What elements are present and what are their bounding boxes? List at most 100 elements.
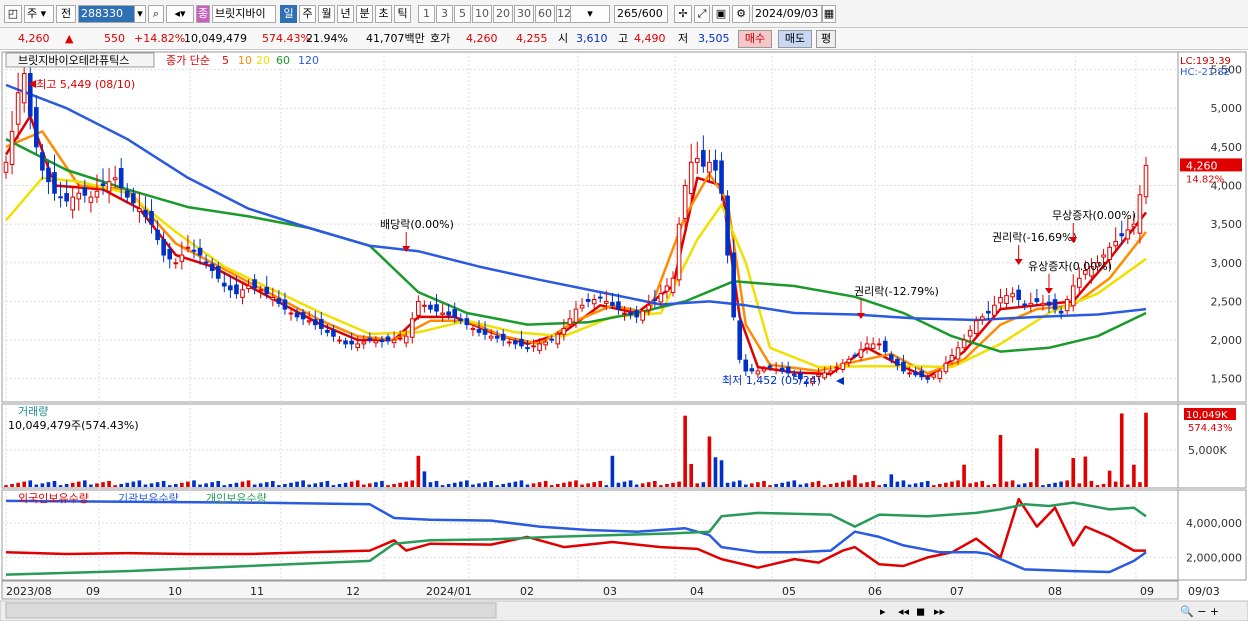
period-tab-3[interactable]: 년	[337, 5, 354, 23]
volume-bar	[95, 483, 99, 487]
volume-bar	[101, 482, 105, 487]
candle-body	[361, 341, 367, 345]
settings-gear-icon[interactable]: ⚙	[732, 5, 750, 23]
date-field[interactable]: 2024/09/03	[752, 5, 822, 23]
scroll-thumb[interactable]	[5, 602, 497, 619]
volume-bar	[501, 483, 506, 487]
period-tab-5[interactable]: 초	[375, 5, 392, 23]
volume-bar	[258, 483, 263, 487]
candle-body	[707, 161, 712, 173]
eval-button[interactable]: 평	[816, 30, 836, 48]
current-price: 4,260	[18, 32, 50, 45]
bar-count-total: /600	[638, 7, 663, 20]
candle-body	[337, 339, 342, 342]
volume-bar	[1047, 483, 1051, 487]
open-price: 3,610	[576, 32, 608, 45]
candle-body	[658, 293, 664, 303]
candle-body	[779, 367, 785, 372]
volume-bar	[925, 480, 930, 487]
volume-bar	[713, 457, 718, 487]
search-icon[interactable]: ⌕	[148, 5, 164, 23]
candle-body	[949, 355, 955, 362]
drawing-tool-icon[interactable]: ⤢	[694, 5, 710, 23]
candle-body	[52, 172, 57, 194]
price-tick-label: 1,500	[1211, 373, 1243, 386]
crosshair-icon[interactable]: ✢	[674, 5, 692, 23]
type-dropdown-label: 주	[27, 7, 38, 20]
volume-bar	[1041, 485, 1045, 487]
candle-body	[907, 372, 912, 375]
volume-bar	[665, 483, 669, 487]
volume-bar	[683, 415, 687, 487]
interval-button-20[interactable]: 20	[493, 5, 513, 23]
interval-button-30[interactable]: 30	[514, 5, 534, 23]
candle-body	[1010, 293, 1015, 298]
candle-body	[543, 341, 548, 346]
candle-body	[567, 318, 573, 325]
period-tab-4[interactable]: 분	[356, 5, 373, 23]
candle-body	[676, 223, 682, 281]
volume-bar	[119, 483, 124, 487]
candle-body	[828, 370, 833, 374]
volume-bar	[653, 480, 657, 487]
price-tick-label: 3,000	[1211, 257, 1243, 270]
stock-name-field[interactable]: 브릿지바이	[212, 5, 276, 23]
stock-code-input[interactable]: 288330	[78, 5, 136, 23]
volume-bar	[610, 455, 615, 487]
period-tab-6[interactable]: 틱	[394, 5, 411, 23]
code-dropdown-icon[interactable]: ▾	[134, 5, 146, 23]
prev-button[interactable]: 전	[56, 5, 76, 23]
candle-body	[391, 339, 397, 344]
candle-body	[88, 196, 94, 203]
sell-button[interactable]: 매도	[778, 30, 812, 48]
bar-count[interactable]: 265/600	[614, 5, 668, 23]
period-tab-1[interactable]: 주	[299, 5, 316, 23]
volume-bar	[1119, 413, 1124, 487]
candle-body	[719, 160, 724, 194]
candle-body	[137, 208, 142, 212]
candle-body	[634, 310, 639, 318]
interval-button-60[interactable]: 60	[535, 5, 555, 23]
volume-current-label: 10,049K	[1186, 410, 1228, 421]
candle-body	[943, 362, 949, 373]
candle-body	[288, 312, 294, 315]
calendar-icon[interactable]: ▦	[822, 5, 836, 23]
interval-button-10[interactable]: 10	[472, 5, 492, 23]
candle-body	[106, 181, 112, 192]
volume-bar	[349, 481, 354, 487]
chart-type-icon[interactable]: ◰	[4, 5, 22, 23]
speaker-icon[interactable]: ◂▾	[166, 5, 194, 23]
price-tick-label: 3,500	[1211, 218, 1243, 231]
candle-body	[434, 304, 439, 312]
interval-button-3[interactable]: 3	[436, 5, 453, 23]
candle-body	[15, 92, 21, 125]
volume-bar	[507, 482, 512, 487]
volume-bar	[950, 481, 954, 487]
period-tab-2[interactable]: 월	[318, 5, 335, 23]
x-axis-label: 08	[1048, 585, 1062, 598]
candle-body	[640, 310, 646, 321]
x-axis-label: 07	[950, 585, 964, 598]
volume-bar	[701, 482, 706, 487]
period-tab-0[interactable]: 일	[280, 5, 297, 23]
volume-bar	[416, 455, 421, 487]
volume-bar	[204, 483, 208, 487]
buy-button[interactable]: 매수	[738, 30, 772, 48]
candle-body	[731, 252, 736, 318]
candle-body	[458, 318, 464, 322]
candle-body	[604, 300, 609, 304]
candle-body	[1131, 223, 1137, 228]
interval-button-5[interactable]: 5	[454, 5, 471, 23]
volume-bar	[52, 480, 57, 487]
candle-body	[64, 193, 69, 202]
interval-button-1[interactable]: 1	[418, 5, 435, 23]
volume-bar	[1059, 481, 1063, 487]
volume-bar	[1101, 483, 1106, 487]
unit-select[interactable]: ▾	[570, 5, 610, 23]
save-icon[interactable]: ▣	[712, 5, 730, 23]
candle-body	[112, 177, 118, 181]
type-dropdown[interactable]: 주 ▾	[24, 5, 54, 23]
candle-body	[428, 304, 433, 310]
stock-chart[interactable]: 1,5002,0002,5003,0003,5004,0004,5005,000…	[0, 50, 1248, 621]
playback-control-2: ◼	[916, 605, 925, 618]
